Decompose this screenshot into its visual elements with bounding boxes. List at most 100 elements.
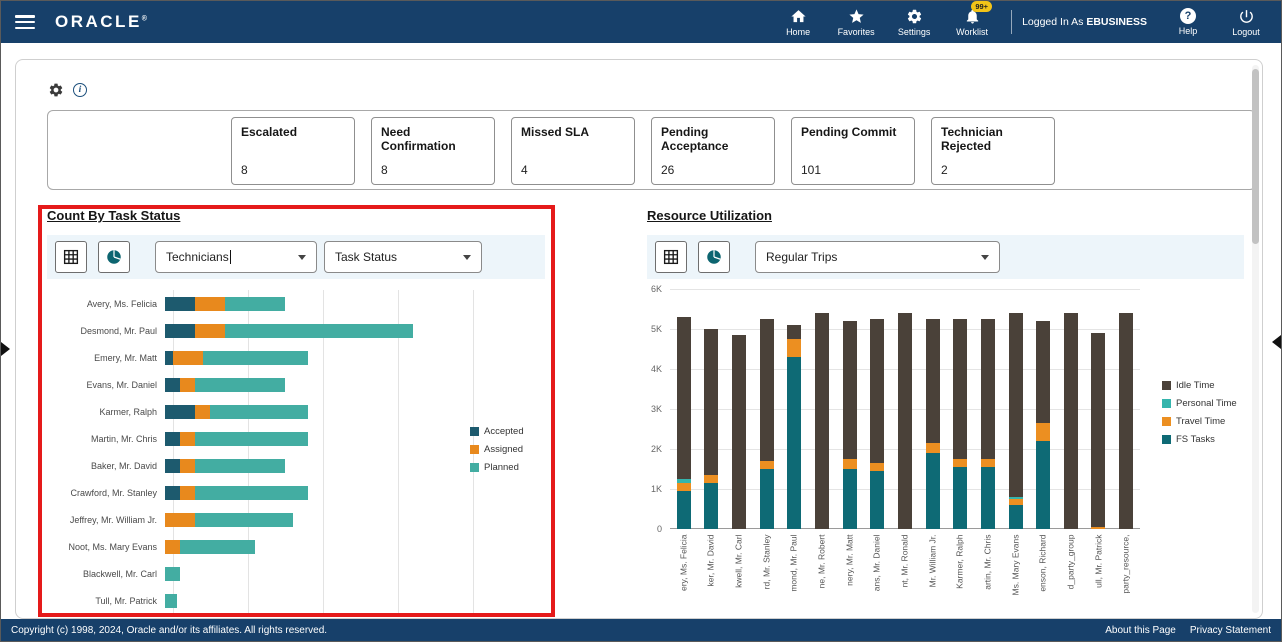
bar-segment[interactable] — [1036, 441, 1051, 529]
page-settings-gear-icon[interactable] — [48, 82, 64, 98]
nav-item-logout[interactable]: Logout — [1217, 6, 1275, 39]
bar-segment[interactable] — [870, 463, 885, 471]
bar-segment[interactable] — [759, 461, 774, 469]
bar-segment[interactable] — [787, 325, 802, 339]
vertical-scrollbar[interactable] — [1252, 65, 1259, 613]
nav-item-worklist[interactable]: 99+ Worklist — [943, 1, 1001, 39]
oracle-logo[interactable]: ORACLE® — [55, 12, 147, 32]
bar-segment[interactable] — [195, 485, 308, 500]
chart-view-button[interactable] — [698, 241, 730, 273]
bar-track — [165, 296, 465, 311]
footer-link-about-this-page[interactable]: About this Page — [1105, 625, 1176, 636]
bar-segment[interactable] — [165, 377, 180, 392]
bar-segment[interactable] — [225, 323, 413, 338]
bar-segment[interactable] — [676, 483, 691, 491]
bar-segment[interactable] — [870, 471, 885, 529]
bar-segment[interactable] — [704, 483, 719, 529]
bar-segment[interactable] — [1063, 313, 1078, 529]
bar-segment[interactable] — [210, 404, 308, 419]
nav-item-home[interactable]: Home — [769, 6, 827, 39]
bar-segment[interactable] — [165, 404, 195, 419]
bar-segment[interactable] — [180, 485, 195, 500]
chart-view-button[interactable] — [98, 241, 130, 273]
bar-segment[interactable] — [787, 339, 802, 357]
footer-link-privacy-statement[interactable]: Privacy Statement — [1190, 625, 1271, 636]
bar-segment[interactable] — [842, 321, 857, 459]
bar-segment[interactable] — [180, 431, 195, 446]
category-label: Karmer, Ralph — [954, 534, 965, 589]
bar-segment[interactable] — [759, 469, 774, 529]
bar-segment[interactable] — [165, 323, 195, 338]
bar-segment[interactable] — [787, 357, 802, 529]
bar-segment[interactable] — [172, 350, 203, 365]
bar-segment[interactable] — [732, 335, 747, 529]
bar-segment[interactable] — [1091, 333, 1106, 527]
bar-track — [165, 377, 465, 392]
bar-segment[interactable] — [195, 431, 308, 446]
bar-segment[interactable] — [980, 319, 995, 459]
table-view-button[interactable] — [655, 241, 687, 273]
kpi-card[interactable]: Technician Rejected 2 — [931, 117, 1055, 185]
kpi-card[interactable]: Pending Commit 101 — [791, 117, 915, 185]
bar-segment[interactable] — [953, 319, 968, 459]
bar-segment[interactable] — [180, 539, 255, 554]
bar-segment[interactable] — [195, 296, 225, 311]
bar-segment[interactable] — [980, 467, 995, 529]
bar-segment[interactable] — [225, 296, 285, 311]
bar-segment[interactable] — [1008, 313, 1023, 497]
kpi-card[interactable]: Escalated 8 — [231, 117, 355, 185]
bar-segment[interactable] — [165, 431, 180, 446]
bar-segment[interactable] — [925, 319, 940, 443]
bar-segment[interactable] — [165, 296, 195, 311]
bar-segment[interactable] — [704, 329, 719, 475]
bar-segment[interactable] — [1036, 423, 1051, 441]
nav-item-favorites[interactable]: Favorites — [827, 6, 885, 39]
bar-segment[interactable] — [1091, 527, 1106, 529]
nav-item-settings[interactable]: Settings — [885, 6, 943, 39]
bar-segment[interactable] — [870, 319, 885, 463]
bar-segment[interactable] — [704, 475, 719, 483]
bar-segment[interactable] — [842, 469, 857, 529]
hamburger-menu-icon[interactable] — [15, 15, 35, 29]
bar-segment[interactable] — [195, 458, 285, 473]
bar-segment[interactable] — [165, 566, 180, 581]
bar-segment[interactable] — [953, 459, 968, 467]
technicians-dropdown[interactable]: Technicians — [155, 241, 317, 273]
bar-segment[interactable] — [195, 404, 210, 419]
bar-segment[interactable] — [165, 458, 180, 473]
info-icon[interactable]: i — [73, 83, 87, 97]
bar-segment[interactable] — [165, 485, 180, 500]
kpi-card[interactable]: Need Confirmation 8 — [371, 117, 495, 185]
task-status-dropdown[interactable]: Task Status — [324, 241, 482, 273]
bar-segment[interactable] — [165, 539, 180, 554]
bar-segment[interactable] — [980, 459, 995, 467]
bar-segment[interactable] — [180, 458, 195, 473]
bar-segment[interactable] — [202, 350, 308, 365]
bar-segment[interactable] — [1008, 505, 1023, 529]
bar-segment[interactable] — [195, 323, 225, 338]
kpi-card[interactable]: Missed SLA 4 — [511, 117, 635, 185]
bar-segment[interactable] — [165, 593, 177, 608]
bar-segment[interactable] — [925, 443, 940, 453]
bar-segment[interactable] — [842, 459, 857, 469]
bar-segment[interactable] — [676, 317, 691, 479]
bar-segment[interactable] — [815, 313, 830, 529]
nav-item-help[interactable]: ? Help — [1159, 6, 1217, 38]
bar-segment[interactable] — [1119, 313, 1134, 529]
scrollbar-thumb[interactable] — [1252, 69, 1259, 244]
bar-segment[interactable] — [180, 377, 195, 392]
bar-segment[interactable] — [195, 512, 293, 527]
bar-segment[interactable] — [195, 377, 285, 392]
bar-segment[interactable] — [676, 491, 691, 529]
regular-trips-dropdown[interactable]: Regular Trips — [755, 241, 1000, 273]
util-xlabels: ery, Ms. Felicia ker, Mr. David kwell, Mr.… — [670, 533, 1140, 615]
bar-segment[interactable] — [165, 512, 195, 527]
bar-segment[interactable] — [165, 350, 173, 365]
bar-segment[interactable] — [1036, 321, 1051, 423]
bar-segment[interactable] — [953, 467, 968, 529]
bar-segment[interactable] — [897, 313, 912, 529]
bar-segment[interactable] — [925, 453, 940, 529]
table-view-button[interactable] — [55, 241, 87, 273]
bar-segment[interactable] — [759, 319, 774, 461]
kpi-card[interactable]: Pending Acceptance 26 — [651, 117, 775, 185]
